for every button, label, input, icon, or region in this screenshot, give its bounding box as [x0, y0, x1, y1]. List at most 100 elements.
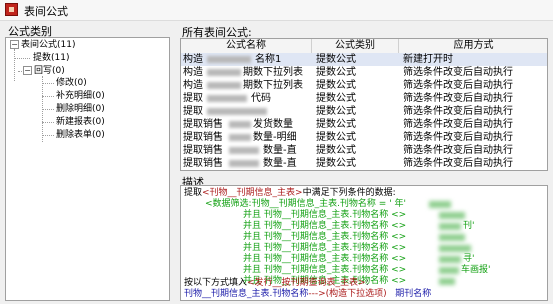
- redacted-text: [429, 201, 451, 208]
- cell-category: 提数公式: [316, 67, 356, 78]
- target-table-link: <发行__按刊期查询表_主表>: [247, 278, 366, 288]
- table-row[interactable]: 构造 名称1 提数公式 新建打开时: [181, 53, 547, 66]
- target-option: (构造下拉选项): [325, 289, 387, 299]
- cell-name-tail: 发货数量: [253, 119, 293, 130]
- cell-category: 提数公式: [316, 93, 356, 104]
- column-header-category[interactable]: 公式类别: [312, 39, 399, 53]
- cell-category: 提数公式: [316, 54, 356, 65]
- cell-category: 提数公式: [316, 132, 356, 143]
- redacted-text: [439, 267, 459, 274]
- redacted-text: [207, 82, 241, 89]
- cell-name-tail: 期数下拉列表: [243, 80, 303, 91]
- redacted-text: [439, 256, 461, 263]
- text-condition: 中满足下列条件的数据:: [302, 188, 396, 198]
- cell-name-tail: [269, 105, 311, 118]
- table-row[interactable]: 提取销售 数量-直 提数公式 筛选条件改变后自动执行: [181, 157, 547, 170]
- target-field: 期刊名称: [395, 289, 432, 299]
- table-row[interactable]: 提取销售 数量-直 提数公式 筛选条件改变后自动执行: [181, 144, 547, 157]
- table-row[interactable]: 提取销售 数量-明细 提数公式 筛选条件改变后自动执行: [181, 131, 547, 144]
- collapse-icon[interactable]: −: [23, 66, 32, 75]
- window-title: 表间公式: [24, 5, 68, 18]
- table-row[interactable]: 构造 期数下拉列表 提数公式 筛选条件改变后自动执行: [181, 79, 547, 92]
- redacted-text: [439, 245, 471, 252]
- tree-line: [42, 83, 54, 84]
- title-bar: 表间公式: [0, 0, 553, 21]
- collapse-icon[interactable]: −: [10, 40, 19, 49]
- redacted-text: [439, 278, 455, 285]
- formula-list-header: 公式名称 公式类别 应用方式: [181, 39, 547, 54]
- cell-category: 提数公式: [316, 119, 356, 130]
- condition-line: 并且 刊物__刊期信息_主表.刊物名称 <>: [243, 210, 407, 220]
- tree-item-writeback[interactable]: 回写(0): [34, 65, 65, 77]
- cell-name: 构造: [183, 80, 203, 91]
- cell-category: 提数公式: [316, 158, 356, 169]
- category-tree[interactable]: − 表间公式(11) 提数(11) − 回写(0) 修改(0) 补充明细(0) …: [5, 37, 170, 301]
- cell-name: 构造: [183, 54, 203, 65]
- condition-line: 并且 刊物__刊期信息_主表.刊物名称 <>: [243, 221, 407, 231]
- tree-line: [42, 96, 54, 97]
- redacted-text: [207, 69, 241, 76]
- tree-line: [42, 109, 54, 110]
- tree-item-add-detail[interactable]: 补充明细(0): [56, 90, 105, 102]
- tree-item-new-report[interactable]: 新建报表(0): [56, 116, 105, 128]
- description-box[interactable]: 提取<刊物__刊期信息_主表>中满足下列条件的数据: <数据筛选:刊物__刊期信…: [180, 185, 548, 301]
- source-field: 刊物__刊期信息_主表.刊物名称: [184, 289, 309, 299]
- table-row[interactable]: 提取 代码 提数公式 筛选条件改变后自动执行: [181, 92, 547, 105]
- cell-category: 提数公式: [316, 145, 356, 156]
- cell-mode: 筛选条件改变后自动执行: [403, 145, 513, 156]
- tree-item-root[interactable]: 表间公式(11): [21, 39, 75, 51]
- formula-list[interactable]: 公式名称 公式类别 应用方式 构造 名称1 提数公式 新建打开时 构造 期数下拉…: [180, 38, 548, 171]
- tree-line: [14, 58, 30, 59]
- condition-tail: 车画报': [461, 265, 491, 275]
- condition-line: 并且 刊物__刊期信息_主表.刊物名称 <>: [243, 232, 407, 242]
- redacted-text: [229, 147, 259, 154]
- tree-item-modify[interactable]: 修改(0): [56, 77, 87, 89]
- cell-name: 提取销售: [183, 132, 223, 143]
- cell-mode: 筛选条件改变后自动执行: [403, 132, 513, 143]
- cell-mode: 筛选条件改变后自动执行: [403, 158, 513, 169]
- redacted-text: [207, 108, 267, 115]
- cell-name: 提取销售: [183, 158, 223, 169]
- tree-line: [14, 49, 15, 81]
- filter-line: <数据筛选:刊物__刊期信息_主表.刊物名称 = ' 年': [205, 199, 407, 209]
- fill-mode-line: 按以下方式填入<发行__按刊期查询表_主表>:: [184, 278, 369, 289]
- cell-name: 提取销售: [183, 145, 223, 156]
- table-row[interactable]: 提取 提数公式 筛选条件改变后自动执行: [181, 105, 547, 118]
- redacted-text: [229, 134, 251, 141]
- cell-mode: 筛选条件改变后自动执行: [403, 67, 513, 78]
- mapping-arrow: --->: [308, 289, 326, 299]
- column-header-name[interactable]: 公式名称: [181, 39, 312, 53]
- text-fill-mode: 按以下方式填入: [184, 278, 248, 288]
- tree-item-delete-detail[interactable]: 删除明细(0): [56, 103, 105, 115]
- tree-item-delete-form[interactable]: 删除表单(0): [56, 129, 105, 141]
- table-row[interactable]: 提取销售 发货数量 提数公式 筛选条件改变后自动执行: [181, 118, 547, 131]
- cell-category: 提数公式: [316, 106, 356, 117]
- cell-name-tail: 名称1: [255, 54, 282, 65]
- redacted-text: [229, 160, 259, 167]
- tree-line: [42, 135, 54, 136]
- table-row[interactable]: 构造 期数下拉列表 提数公式 筛选条件改变后自动执行: [181, 66, 547, 79]
- cell-name-tail: 数量-直: [263, 145, 297, 156]
- cell-mode: 筛选条件改变后自动执行: [403, 106, 513, 117]
- tree-line: [42, 122, 54, 123]
- cell-category: 提数公式: [316, 80, 356, 91]
- cell-name-tail: 代码: [251, 93, 271, 104]
- cell-mode: 筛选条件改变后自动执行: [403, 93, 513, 104]
- app-icon: [5, 3, 18, 16]
- condition-tail: 刊': [463, 221, 475, 231]
- text-fetch: 提取: [184, 188, 203, 198]
- redacted-text: [439, 234, 465, 241]
- condition-line: 并且 刊物__刊期信息_主表.刊物名称 <>: [243, 243, 407, 253]
- cell-name: 提取: [183, 93, 203, 104]
- redacted-text: [439, 223, 461, 230]
- condition-tail: 寻': [463, 254, 475, 264]
- tree-item-fetch[interactable]: 提数(11): [33, 52, 69, 64]
- column-header-mode[interactable]: 应用方式: [399, 39, 547, 53]
- description-line: 提取<刊物__刊期信息_主表>中满足下列条件的数据:: [184, 188, 396, 199]
- cell-name-tail: 期数下拉列表: [243, 67, 303, 78]
- cell-mode: 筛选条件改变后自动执行: [403, 80, 513, 91]
- redacted-text: [439, 212, 465, 219]
- cell-mode: 筛选条件改变后自动执行: [403, 119, 513, 130]
- text-colon: :: [365, 278, 369, 288]
- cell-name: 提取: [183, 106, 203, 117]
